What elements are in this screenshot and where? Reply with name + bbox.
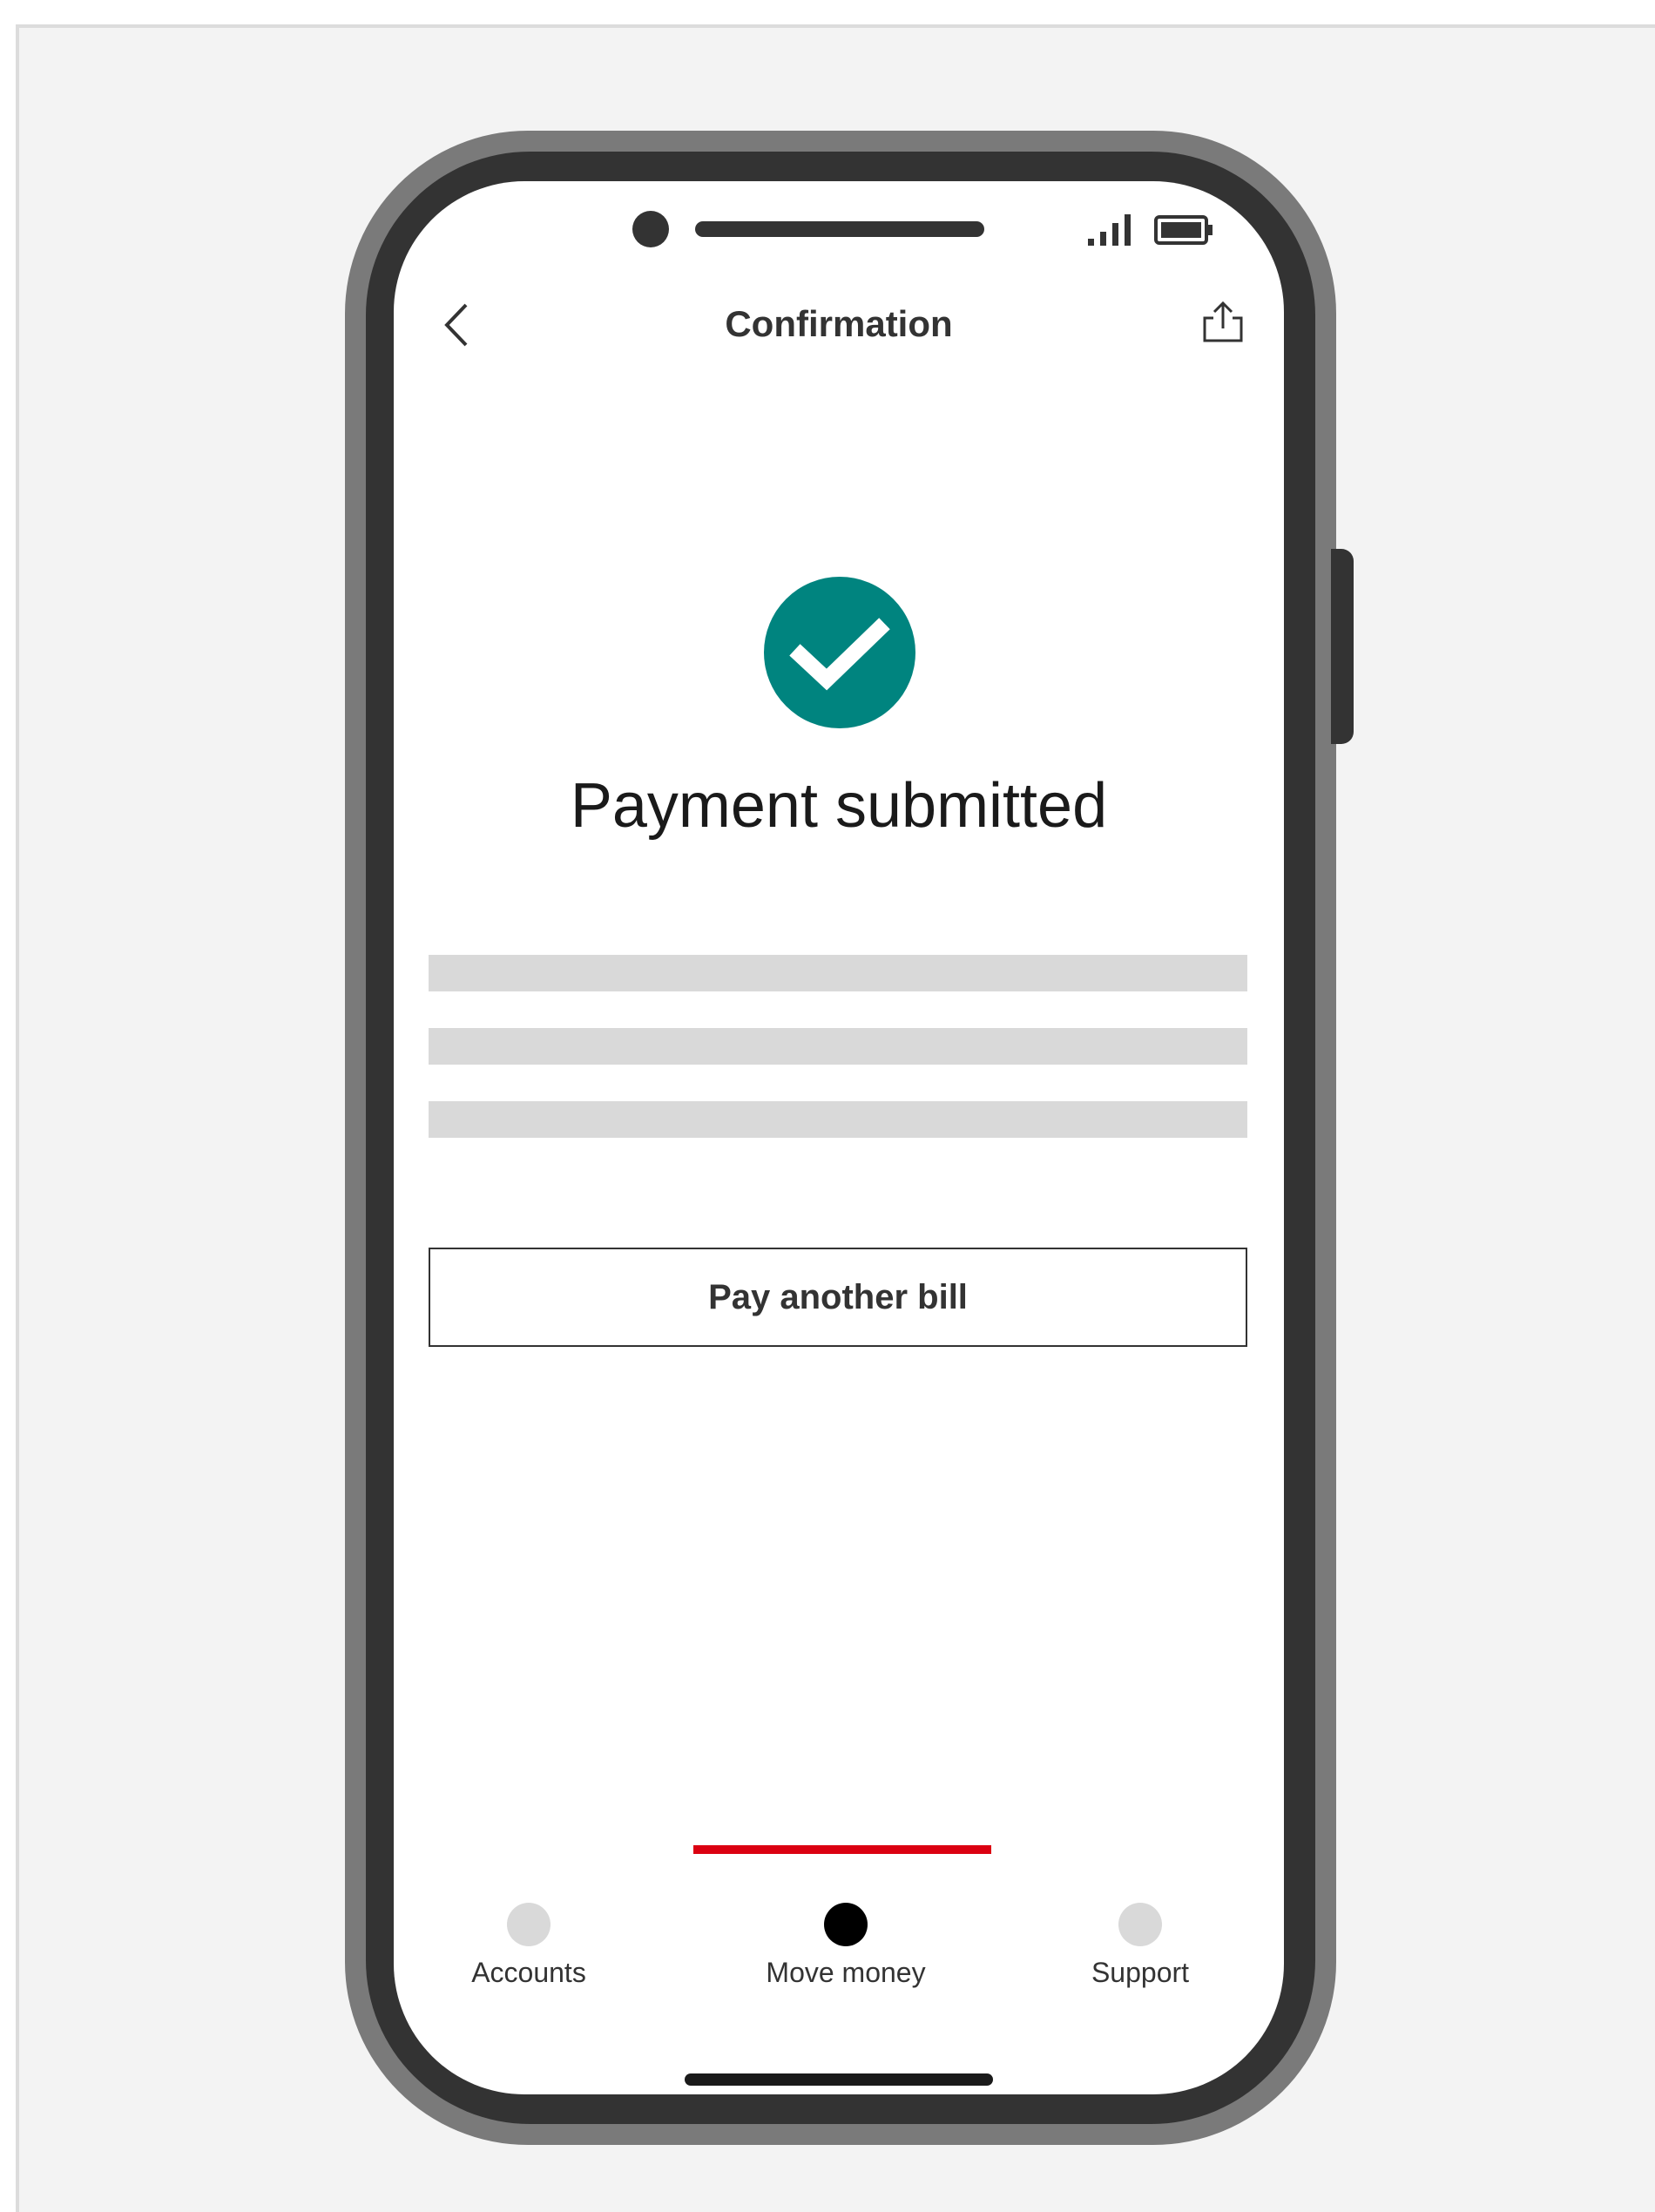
signal-icon	[1088, 214, 1131, 246]
move-money-icon	[824, 1903, 868, 1946]
battery-icon	[1154, 215, 1213, 245]
nav-item-move-money[interactable]: Move money	[741, 1903, 950, 1989]
nav-item-accounts[interactable]: Accounts	[424, 1903, 633, 1989]
nav-label-move-money: Move money	[766, 1957, 926, 1988]
pay-another-bill-button[interactable]: Pay another bill	[429, 1248, 1247, 1347]
speaker-grille	[695, 221, 984, 237]
camera-icon	[632, 211, 669, 247]
chevron-left-icon	[444, 303, 468, 347]
home-indicator[interactable]	[685, 2073, 993, 2086]
nav-item-support[interactable]: Support	[1036, 1903, 1245, 1989]
page-title: Confirmation	[725, 303, 953, 344]
share-button[interactable]	[1195, 294, 1251, 350]
check-circle-icon	[764, 577, 915, 728]
details-placeholder-line-2	[429, 1028, 1247, 1065]
accounts-icon	[507, 1903, 551, 1946]
support-icon	[1118, 1903, 1162, 1946]
details-placeholder-line-1	[429, 955, 1247, 991]
nav-label-accounts: Accounts	[471, 1957, 586, 1988]
phone-side-button	[1331, 549, 1354, 744]
share-icon	[1203, 301, 1243, 342]
phone-screen: Confirmation Payment submitted Pay anoth…	[394, 181, 1284, 2094]
back-button[interactable]	[430, 294, 483, 355]
success-title: Payment submitted	[570, 771, 1108, 841]
nav-active-indicator	[693, 1845, 991, 1854]
nav-label-support: Support	[1091, 1957, 1190, 1988]
details-placeholder-line-3	[429, 1101, 1247, 1138]
